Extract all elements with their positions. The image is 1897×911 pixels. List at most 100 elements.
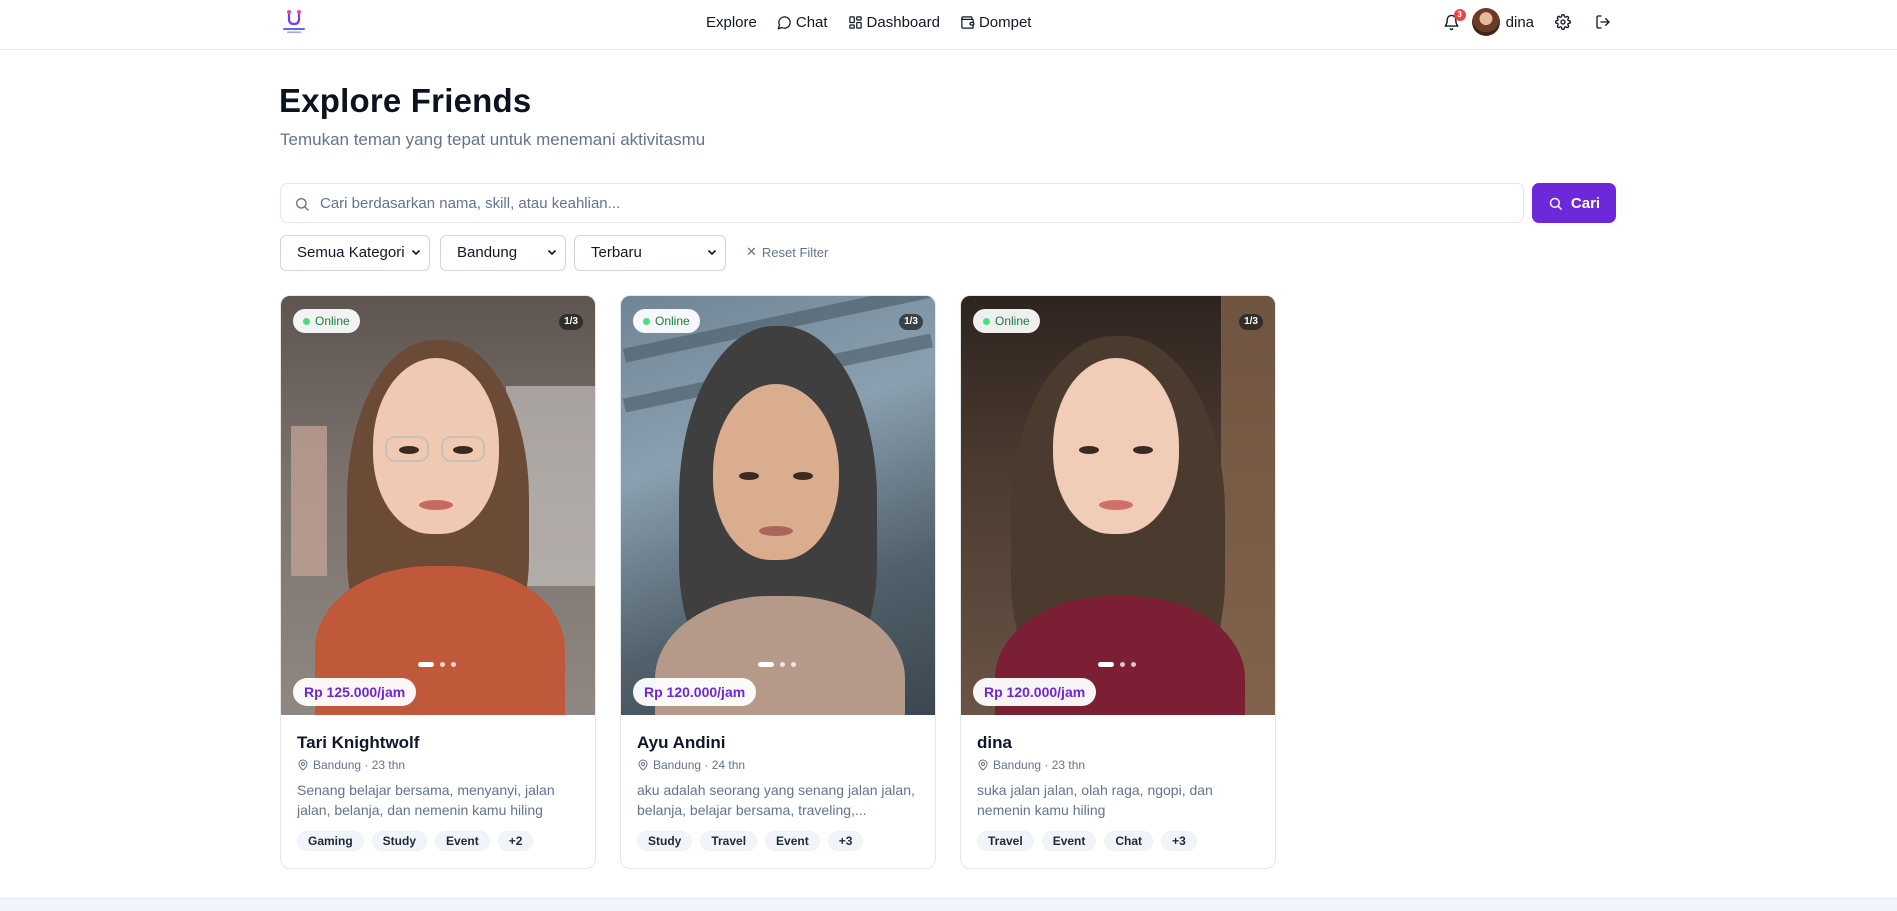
profile-photo[interactable]: Online 1/3 Rp 120.000/jam (961, 296, 1275, 715)
carousel-dots (758, 662, 802, 667)
tag: Chat (1104, 831, 1154, 851)
nav-explore[interactable]: Explore (706, 14, 757, 31)
tag: Event (765, 831, 820, 851)
category-select-value: Semua Kategori (297, 244, 405, 261)
status-label: Online (315, 314, 350, 328)
tag: Event (1041, 831, 1097, 851)
status-badge: Online (633, 309, 700, 333)
status-badge: Online (293, 309, 360, 333)
friend-meta: Bandung · 23 thn (977, 758, 1085, 772)
search-box (280, 183, 1524, 223)
friend-card[interactable]: Online 1/3 Rp 120.000/jam Ayu Andini Ban… (620, 295, 936, 869)
chevron-down-icon (411, 249, 421, 256)
friend-meta-text: Bandung · 23 thn (993, 758, 1086, 772)
status-badge: Online (973, 309, 1040, 333)
friend-name: Ayu Andini (637, 733, 726, 752)
carousel-dot[interactable] (791, 662, 796, 667)
status-label: Online (655, 314, 690, 328)
nav-explore-label: Explore (706, 13, 757, 31)
carousel-dots (1098, 662, 1142, 667)
tag-more: +3 (1161, 831, 1197, 851)
carousel-dot[interactable] (451, 662, 456, 667)
reset-filter-button[interactable]: ✕ Reset Filter (746, 244, 828, 260)
nav-chat[interactable]: Chat (777, 14, 828, 31)
tag-list: Study Travel Event +3 (637, 831, 871, 851)
close-icon: ✕ (746, 244, 757, 259)
tag: Travel (700, 831, 758, 851)
gear-icon (1555, 14, 1571, 30)
friend-name: dina (977, 733, 1012, 752)
map-pin-icon (978, 759, 988, 771)
map-pin-icon (298, 759, 308, 771)
nav-dompet-label: Dompet (978, 13, 1032, 31)
search-icon (296, 198, 309, 211)
avatar[interactable] (1471, 8, 1500, 36)
friend-meta-text: Bandung · 23 thn (313, 758, 406, 772)
carousel-dot[interactable] (780, 662, 785, 667)
top-navbar: Explore Chat Dashboard Dompet 3 dina (0, 0, 1897, 50)
friend-card[interactable]: Online 1/3 Rp 125.000/jam Tari Knightwol… (280, 295, 596, 869)
status-label: Online (995, 314, 1030, 328)
friend-bio: Senang belajar bersama, menyanyi, jalan … (297, 782, 555, 818)
nav-dompet[interactable]: Dompet (960, 13, 1032, 31)
notifications-button[interactable]: 3 (1442, 9, 1466, 32)
friend-bio: suka jalan jalan, olah raga, ngopi, dan … (977, 782, 1213, 818)
sort-select-value: Terbaru (591, 244, 642, 261)
search-icon (1549, 197, 1562, 210)
online-dot (303, 318, 310, 325)
tag-list: Travel Event Chat +3 (977, 831, 1205, 851)
brand-logo[interactable] (280, 9, 308, 35)
friend-name: Tari Knightwolf (297, 733, 420, 752)
tag: Event (435, 831, 490, 851)
tag-more: +2 (497, 831, 534, 851)
page-footer-edge (0, 898, 1897, 911)
category-select[interactable]: Semua Kategori (280, 235, 430, 271)
wallet-icon (961, 15, 975, 29)
carousel-dot[interactable] (1098, 662, 1114, 667)
search-button[interactable]: Cari (1532, 183, 1616, 223)
page-subtitle: Temukan teman yang tepat untuk menemani … (280, 130, 706, 149)
city-select[interactable]: Bandung (440, 235, 566, 271)
notification-count-badge: 3 (1453, 9, 1466, 21)
settings-button[interactable] (1552, 11, 1574, 33)
profile-photo[interactable]: Online 1/3 Rp 120.000/jam (621, 296, 935, 715)
carousel-dots (418, 662, 462, 667)
carousel-dot[interactable] (1131, 662, 1136, 667)
carousel-dot[interactable] (1120, 662, 1125, 667)
carousel-dot[interactable] (418, 662, 434, 667)
logout-button[interactable] (1592, 11, 1614, 33)
nav-dashboard[interactable]: Dashboard (848, 14, 940, 31)
friend-meta: Bandung · 23 thn (297, 758, 405, 772)
carousel-dot[interactable] (440, 662, 445, 667)
photo-counter: 1/3 (1239, 314, 1263, 330)
search-input[interactable] (320, 184, 1510, 222)
profile-photo[interactable]: Online 1/3 Rp 125.000/jam (281, 296, 595, 715)
friend-bio: aku adalah seorang yang senang jalan jal… (637, 782, 915, 818)
username[interactable]: dina (1506, 14, 1534, 31)
price-badge: Rp 120.000/jam (973, 678, 1097, 706)
main-nav: Explore Chat Dashboard Dompet (706, 12, 1051, 32)
logout-icon (1596, 15, 1610, 29)
tag: Study (371, 831, 428, 851)
reset-filter-label: Reset Filter (761, 244, 829, 260)
user-menu: 3 dina (1442, 7, 1614, 37)
chevron-down-icon (707, 249, 717, 256)
page-title: Explore Friends (279, 82, 532, 119)
nav-dashboard-label: Dashboard (866, 13, 940, 31)
carousel-dot[interactable] (758, 662, 774, 667)
map-pin-icon (638, 759, 648, 771)
sort-select[interactable]: Terbaru (574, 235, 726, 271)
friend-meta-text: Bandung · 24 thn (653, 758, 746, 772)
photo-counter: 1/3 (899, 314, 923, 330)
nav-chat-label: Chat (795, 13, 828, 31)
tag-more: +3 (827, 831, 864, 851)
tag: Travel (977, 831, 1034, 851)
online-dot (983, 318, 990, 325)
layout-grid-icon (848, 15, 862, 29)
friend-meta: Bandung · 24 thn (637, 758, 745, 772)
chevron-down-icon (547, 249, 557, 256)
friend-card[interactable]: Online 1/3 Rp 120.000/jam dina Bandung ·… (960, 295, 1276, 869)
search-button-label: Cari (1570, 194, 1601, 212)
message-circle-icon (777, 15, 791, 29)
tag: Gaming (297, 831, 364, 851)
